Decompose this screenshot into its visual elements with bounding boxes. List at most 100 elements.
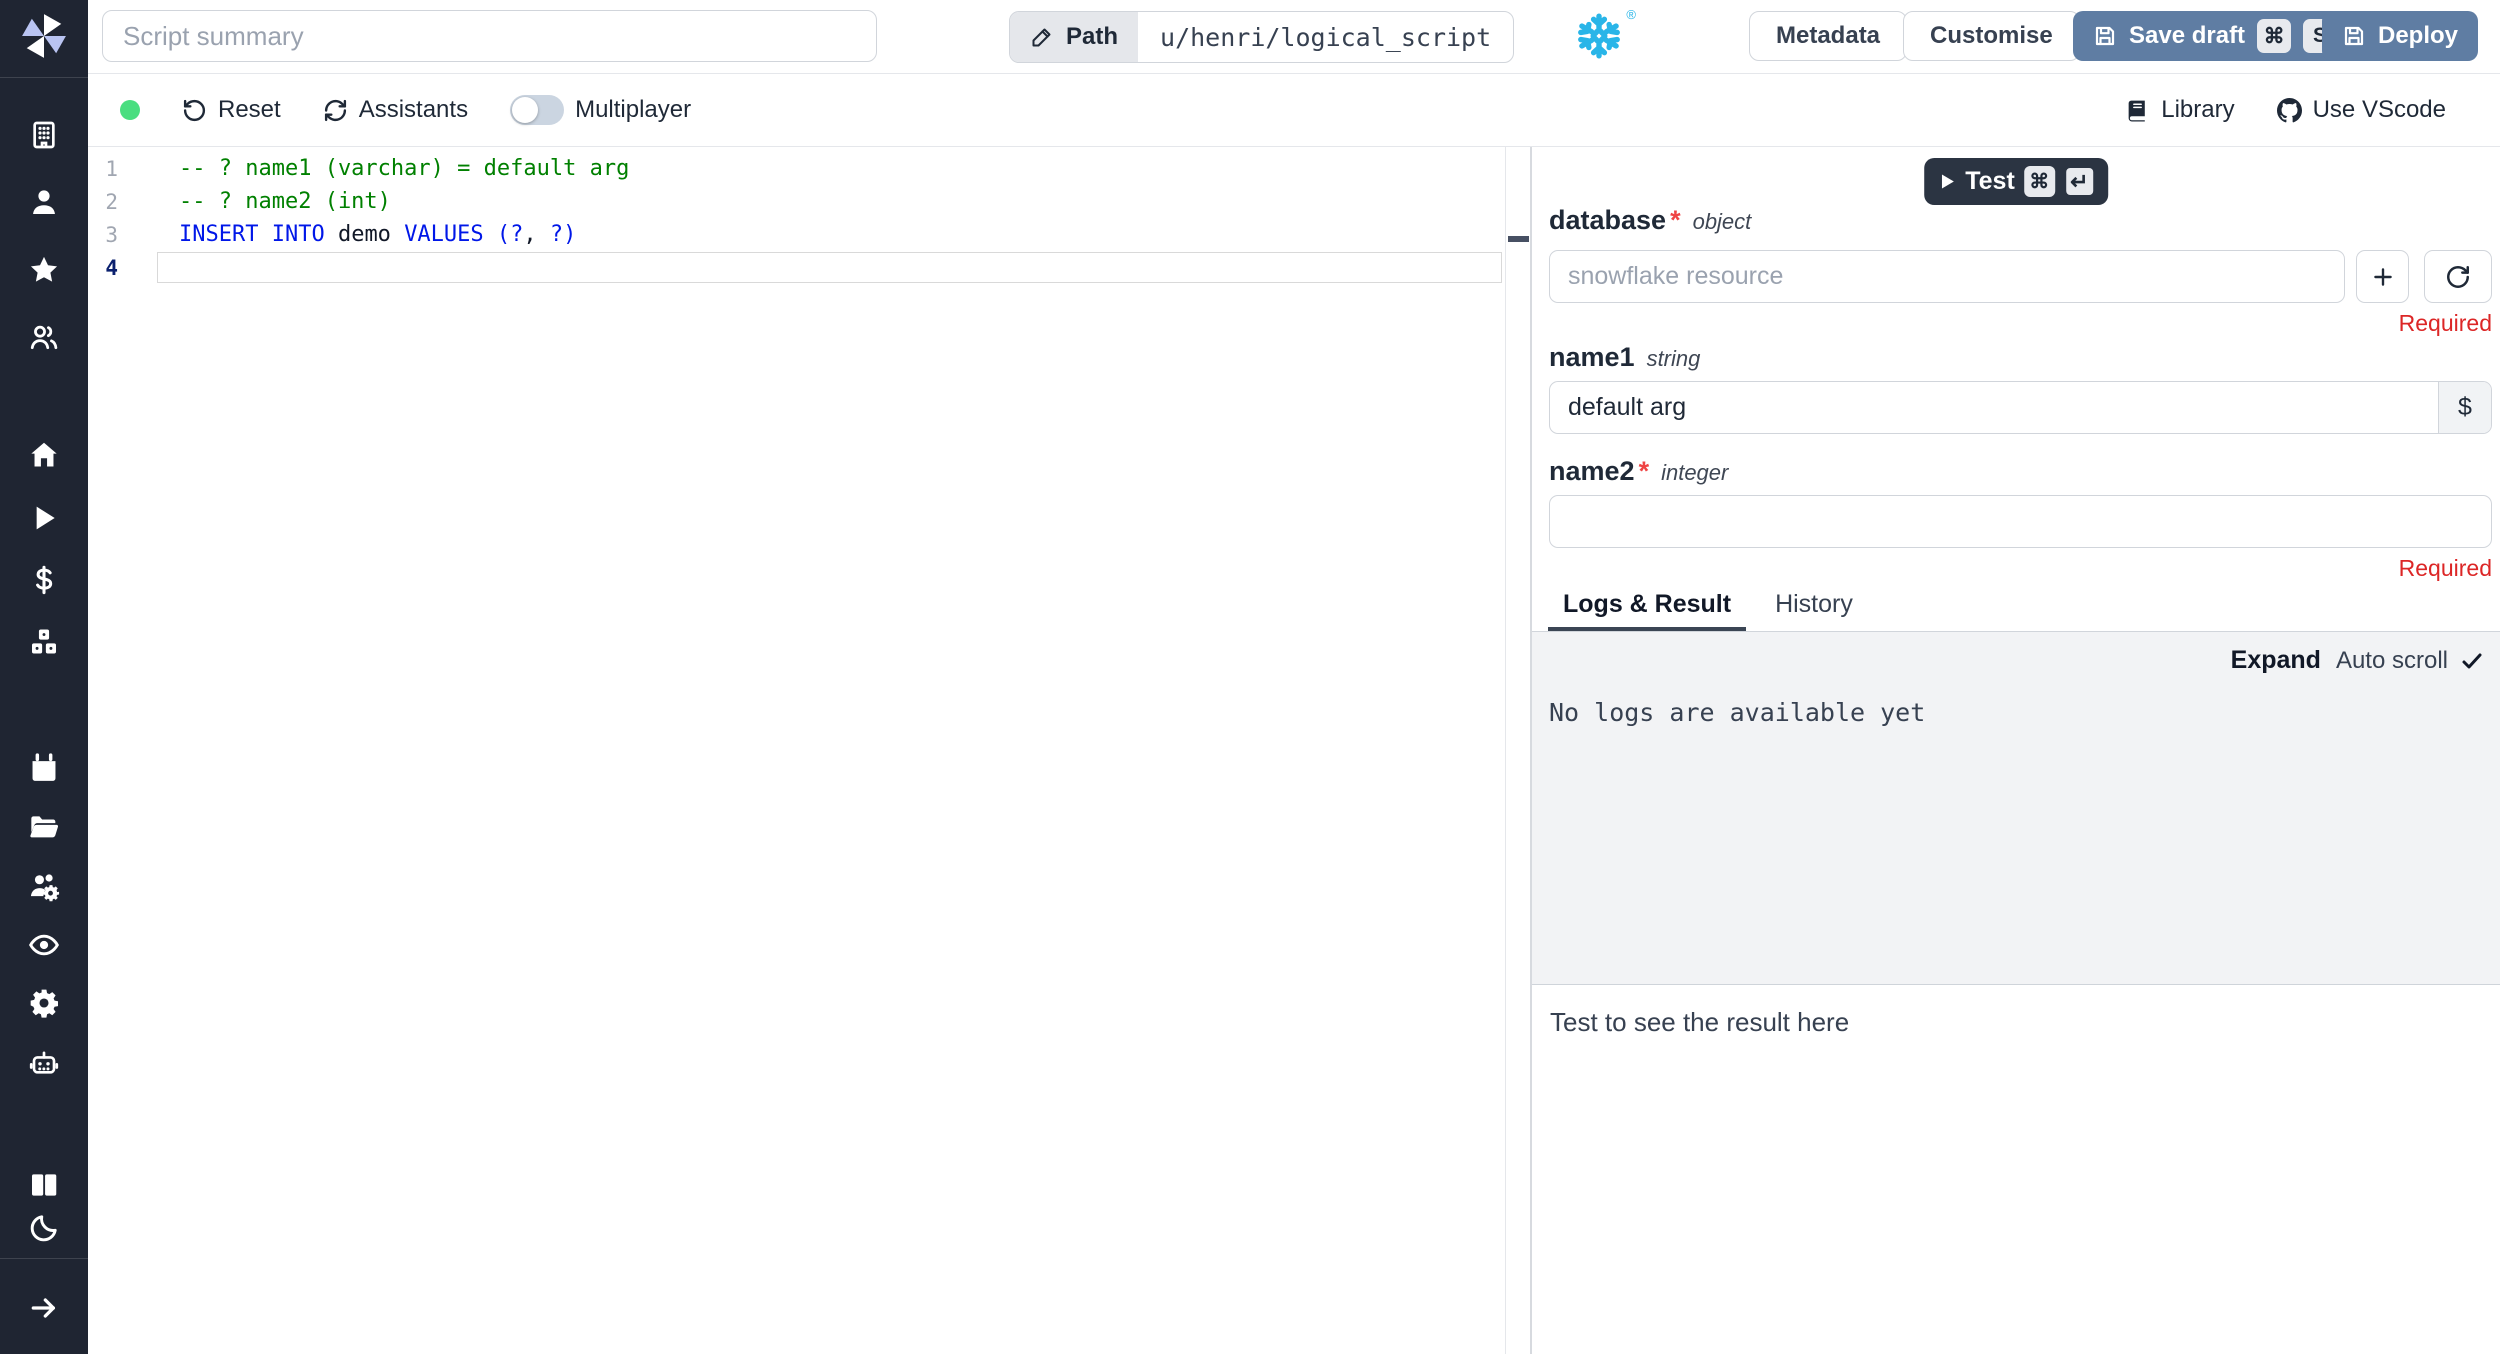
path-widget[interactable]: Path u/henri/logical_script	[1009, 11, 1515, 63]
pane-splitter[interactable]	[1507, 147, 1532, 1354]
users-gear-icon	[30, 874, 60, 902]
field-name: database	[1549, 205, 1667, 235]
sidebar-item-workers[interactable]	[28, 1047, 60, 1079]
required-star: *	[1638, 456, 1650, 486]
code-line-1[interactable]: 1 -- ? name1 (varchar) = default arg	[88, 152, 1505, 185]
sidebar-item-groups[interactable]	[28, 870, 60, 902]
tab-history[interactable]: History	[1760, 590, 1868, 631]
user-icon	[33, 190, 55, 214]
vscode-label: Use VScode	[2312, 96, 2446, 123]
expand-button[interactable]: Expand	[2231, 646, 2321, 675]
name2-input[interactable]	[1549, 495, 2492, 548]
field-type: integer	[1661, 460, 1729, 485]
library-button[interactable]: Library	[2125, 96, 2235, 124]
windmill-logo-icon[interactable]	[16, 8, 72, 64]
run-panel: Test ⌘ ↵ database * object Required name…	[1532, 147, 2500, 1354]
script-path: u/henri/logical_script	[1160, 22, 1492, 52]
refresh-resource-button[interactable]	[2424, 250, 2492, 303]
logs-panel: Expand Auto scroll No logs are available…	[1532, 632, 2500, 985]
reset-button[interactable]: Reset	[182, 96, 281, 124]
current-line-highlight	[157, 252, 1502, 283]
boxes-icon	[32, 629, 56, 654]
field-name: name1	[1549, 342, 1635, 372]
test-button[interactable]: Test ⌘ ↵	[1924, 158, 2108, 205]
sidebar-item-favorites[interactable]	[28, 254, 60, 286]
line-number: 4	[105, 255, 118, 280]
multiplayer-toggle[interactable]	[510, 95, 565, 125]
top-bar: Path u/henri/logical_script ® Metadata C…	[88, 0, 2500, 74]
path-edit-button[interactable]: Path	[1010, 12, 1139, 62]
save-draft-button[interactable]: Save draft ⌘ S	[2073, 11, 2358, 61]
sidebar-item-docs[interactable]	[28, 1169, 60, 1201]
book-icon	[2125, 98, 2150, 123]
code-line-4[interactable]: 4	[88, 251, 1505, 284]
snowflake-logo-icon: ®	[1572, 7, 1636, 63]
path-label: Path	[1066, 23, 1119, 50]
sidebar-item-audit-logs[interactable]	[28, 929, 60, 961]
add-resource-button[interactable]	[2356, 250, 2409, 303]
robot-icon	[29, 1051, 59, 1074]
star-icon	[30, 256, 58, 282]
assistants-button[interactable]: Assistants	[323, 96, 468, 124]
sidebar-item-variables[interactable]	[28, 564, 60, 596]
sidebar-item-expand-sidebar[interactable]	[28, 1292, 60, 1324]
sidebar-item-folders[interactable]	[28, 811, 60, 843]
refresh-icon	[323, 98, 348, 123]
code-text: INSERT INTO demo VALUES (?, ?)	[179, 222, 577, 247]
calendar-icon	[32, 753, 56, 781]
cmd-key-badge: ⌘	[2023, 166, 2055, 197]
required-message: Required	[2398, 310, 2492, 336]
assistants-label: Assistants	[358, 96, 469, 123]
field-type: string	[1646, 346, 1701, 371]
customise-button[interactable]: Customise	[1903, 11, 2080, 61]
use-vscode-button[interactable]: Use VScode	[2276, 96, 2446, 124]
gear-icon	[30, 989, 58, 1018]
line-number: 1	[105, 156, 118, 181]
deploy-button[interactable]: Deploy	[2322, 11, 2479, 61]
tab-logs-result[interactable]: Logs & Result	[1548, 590, 1747, 631]
database-input[interactable]	[1549, 250, 2345, 303]
multiplayer-control: Multiplayer	[510, 95, 691, 125]
template-variable-button[interactable]: $	[2438, 382, 2491, 433]
sidebar-item-runs[interactable]	[28, 502, 60, 534]
sidebar-item-settings[interactable]	[28, 987, 60, 1019]
deploy-label: Deploy	[2378, 22, 2459, 49]
save-draft-label: Save draft	[2129, 22, 2246, 49]
result-placeholder: Test to see the result here	[1550, 1007, 1850, 1037]
line-number: 3	[105, 222, 118, 247]
check-icon	[2460, 649, 2484, 673]
no-logs-message: No logs are available yet	[1549, 698, 1926, 727]
required-star: *	[1670, 205, 1681, 235]
play-icon	[1937, 172, 1956, 191]
sidebar-item-users[interactable]	[28, 321, 60, 353]
field-label-name1: name1 string	[1549, 342, 1700, 373]
moon-icon	[30, 1215, 57, 1242]
sidebar-item-schedules[interactable]	[28, 752, 60, 784]
script-editor-page: Path u/henri/logical_script ® Metadata C…	[0, 0, 2500, 1354]
reset-label: Reset	[218, 96, 281, 123]
name1-field: $	[1549, 381, 2492, 434]
script-summary-input[interactable]	[102, 10, 877, 62]
sidebar-item-resources[interactable]	[28, 626, 60, 658]
splitter-grip[interactable]	[1508, 236, 1529, 242]
sidebar-divider	[0, 77, 88, 78]
folder-open-icon	[30, 816, 59, 838]
metadata-button[interactable]: Metadata	[1749, 11, 1908, 61]
sidebar-item-user[interactable]	[28, 186, 60, 218]
sidebar-item-workspace[interactable]	[28, 119, 60, 151]
autoscroll-toggle[interactable]: Auto scroll	[2336, 647, 2484, 675]
result-tabs: Logs & Result History	[1532, 590, 2500, 632]
eye-icon	[29, 934, 59, 956]
users-icon	[30, 325, 58, 350]
code-editor[interactable]: 1 -- ? name1 (varchar) = default arg 2 -- ?…	[88, 147, 1506, 1354]
code-lines: 1 -- ? name1 (varchar) = default arg 2 -- ?…	[88, 152, 1505, 284]
field-type: object	[1692, 209, 1752, 234]
code-line-2[interactable]: 2 -- ? name2 (int)	[88, 185, 1505, 218]
code-line-3[interactable]: 3 INSERT INTO demo VALUES (?, ?)	[88, 218, 1505, 251]
multiplayer-label: Multiplayer	[575, 96, 692, 123]
sidebar-item-dark-mode[interactable]	[28, 1212, 60, 1244]
sidebar-item-home[interactable]	[28, 439, 60, 471]
dollar-icon	[36, 565, 53, 595]
name1-input[interactable]	[1550, 382, 2438, 433]
save-icon	[2093, 24, 2117, 48]
